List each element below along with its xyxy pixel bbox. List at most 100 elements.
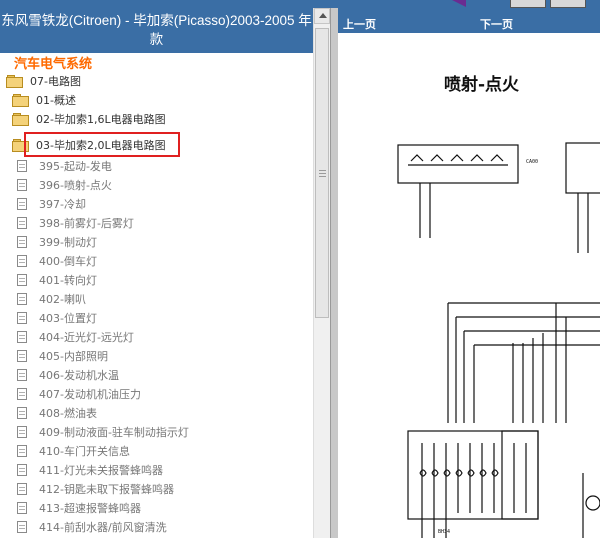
tree-leaf-item[interactable]: 402-喇叭: [17, 289, 86, 308]
document-icon: [17, 330, 27, 343]
connector-label: CA00: [526, 159, 538, 165]
tree-label: 02-毕加索1,6L电器电路图: [36, 112, 166, 126]
tree-label: 399-制动灯: [39, 235, 97, 249]
wire: [447, 303, 475, 423]
tree-label: 01-概述: [36, 93, 76, 107]
tree-leaf-item[interactable]: 400-倒车灯: [17, 251, 97, 270]
wire-bus: [448, 302, 600, 346]
tree-label: 412-钥匙未取下报警蜂鸣器: [39, 482, 174, 496]
tree-label: 414-前刮水器/前风窗清洗: [39, 520, 167, 534]
tree-label: 408-燃油表: [39, 406, 97, 420]
tree-leaf-item[interactable]: 395-起动-发电: [17, 156, 112, 175]
tree-label: 400-倒车灯: [39, 254, 97, 268]
prev-page-link[interactable]: 上一页: [343, 16, 376, 32]
partial-component: [565, 142, 600, 194]
tree-label: 397-冷却: [39, 197, 86, 211]
document-icon: [17, 254, 27, 267]
tree-label: 410-车门开关信息: [39, 444, 130, 458]
folder-icon: [12, 93, 29, 107]
wire: [512, 333, 544, 423]
tree-label: 396-喷射-点火: [39, 178, 112, 192]
tree-label: 398-前雾灯-后雾灯: [39, 216, 134, 230]
document-icon: [17, 235, 27, 248]
connector-block: [397, 144, 519, 184]
next-page-link[interactable]: 下一页: [480, 16, 513, 32]
flag-icon[interactable]: [452, 0, 466, 7]
tree-leaf-item[interactable]: 398-前雾灯-后雾灯: [17, 213, 134, 232]
toolbar-button[interactable]: [550, 0, 586, 8]
section-title: 汽车电气系统: [14, 57, 93, 72]
fuse-box-section: [501, 430, 539, 520]
document-icon: [17, 444, 27, 457]
tree-leaf-item[interactable]: 413-超速报警蜂鸣器: [17, 498, 141, 517]
tree-label: 407-发动机机油压力: [39, 387, 141, 401]
pane-title: 东风雪铁龙(Citroen) - 毕加索(Picasso)2003-2005 年…: [0, 8, 313, 53]
wire: [577, 193, 589, 253]
tree-label: 07-电路图: [30, 74, 81, 88]
tree-label: 403-位置灯: [39, 311, 97, 325]
fuse-lines: [421, 443, 527, 513]
tree-folder-root[interactable]: 07-电路图: [6, 71, 81, 90]
document-icon: [17, 501, 27, 514]
document-icon: [17, 292, 27, 305]
document-icon: [17, 216, 27, 229]
tree-folder[interactable]: 01-概述: [12, 90, 76, 109]
tree-leaf-item[interactable]: 403-位置灯: [17, 308, 97, 327]
tree-label: 406-发动机水温: [39, 368, 119, 382]
top-toolbar-strip: [0, 0, 600, 8]
document-icon: [17, 197, 27, 210]
tree-label: 401-转向灯: [39, 273, 97, 287]
scroll-up-button[interactable]: [314, 8, 330, 24]
document-icon: [17, 482, 27, 495]
tree-leaf-item[interactable]: 406-发动机水温: [17, 365, 119, 384]
fuse-symbols: [419, 469, 499, 477]
wire: [555, 303, 567, 423]
tree-leaf-item[interactable]: 401-转向灯: [17, 270, 97, 289]
document-icon: [17, 520, 27, 533]
switch-symbols: [410, 154, 504, 162]
toolbar-button[interactable]: [510, 0, 546, 8]
document-icon: [17, 406, 27, 419]
tree-leaf-item[interactable]: 399-制动灯: [17, 232, 97, 251]
document-icon: [17, 463, 27, 476]
wiring-diagram: CA00 BH34: [397, 142, 600, 538]
tree-leaf-item[interactable]: 410-车门开关信息: [17, 441, 130, 460]
pane-splitter[interactable]: [330, 8, 338, 538]
tree-scrollbar[interactable]: [313, 8, 330, 538]
tree-leaf-item[interactable]: 396-喷射-点火: [17, 175, 112, 194]
tree-label: 413-超速报警蜂鸣器: [39, 501, 141, 515]
viewer-nav-bar: 上一页 下一页: [338, 8, 600, 33]
tree-leaf-item[interactable]: 409-制动液面-驻车制动指示灯: [17, 422, 189, 441]
document-icon: [17, 311, 27, 324]
tree-leaf-item[interactable]: 397-冷却: [17, 194, 86, 213]
tree-leaf-item[interactable]: 412-钥匙未取下报警蜂鸣器: [17, 479, 174, 498]
grip-line: [319, 173, 326, 174]
grip-line: [319, 176, 326, 177]
tree-leaf-item[interactable]: 405-内部照明: [17, 346, 108, 365]
tree-folder[interactable]: 02-毕加索1,6L电器电路图: [12, 109, 166, 128]
tree-leaf-item[interactable]: 411-灯光未关报警蜂鸣器: [17, 460, 163, 479]
document-icon: [17, 425, 27, 438]
tree-label: 402-喇叭: [39, 292, 86, 306]
selection-highlight: [24, 132, 180, 157]
document-icon: [17, 273, 27, 286]
document-icon: [17, 349, 27, 362]
tree-label: 409-制动液面-驻车制动指示灯: [39, 425, 189, 439]
navigation-pane: 东风雪铁龙(Citroen) - 毕加索(Picasso)2003-2005 年…: [0, 8, 313, 538]
wire: [419, 183, 431, 238]
tree-leaf-item[interactable]: 407-发动机机油压力: [17, 384, 141, 403]
tree-label: 395-起动-发电: [39, 159, 112, 173]
motor-symbol: [585, 495, 600, 511]
arrow-up-icon: [319, 13, 327, 18]
document-icon: [17, 387, 27, 400]
document-icon: [17, 368, 27, 381]
diagram-viewer: 上一页 下一页 喷射-点火 CA00 BH34: [338, 8, 600, 538]
tree-leaf-item[interactable]: 408-燃油表: [17, 403, 97, 422]
tree-label: 411-灯光未关报警蜂鸣器: [39, 463, 163, 477]
connector-label: BH34: [438, 529, 450, 535]
tree-leaf-item[interactable]: 404-近光灯-远光灯: [17, 327, 134, 346]
document-icon: [17, 178, 27, 191]
scroll-thumb[interactable]: [315, 28, 329, 318]
grip-line: [319, 170, 326, 171]
tree-leaf-item[interactable]: 414-前刮水器/前风窗清洗: [17, 517, 167, 536]
